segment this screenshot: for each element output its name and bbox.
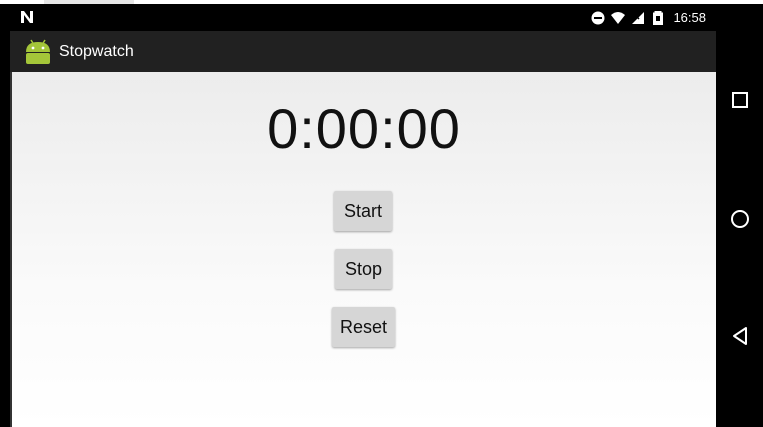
recent-apps-icon[interactable] [728, 88, 752, 112]
navigation-bar [716, 4, 763, 427]
main-content: 0:00:00 Start Stop Reset [10, 72, 716, 427]
status-bar: 16:58 [10, 4, 716, 31]
back-icon[interactable] [728, 324, 752, 348]
home-icon[interactable] [728, 207, 752, 231]
android-icon [26, 39, 50, 64]
battery-icon [653, 10, 664, 25]
wifi-icon [611, 11, 626, 24]
start-button[interactable]: Start [334, 191, 392, 231]
time-display: 0:00:00 [267, 97, 461, 160]
no-signal-icon [632, 11, 645, 24]
notification-n-icon [21, 11, 33, 23]
app-title: Stopwatch [59, 43, 134, 60]
stop-button[interactable]: Stop [335, 249, 392, 289]
action-bar: Stopwatch [10, 31, 716, 72]
status-time: 16:58 [673, 10, 706, 25]
reset-button[interactable]: Reset [332, 307, 395, 347]
do-not-disturb-icon [591, 11, 605, 24]
